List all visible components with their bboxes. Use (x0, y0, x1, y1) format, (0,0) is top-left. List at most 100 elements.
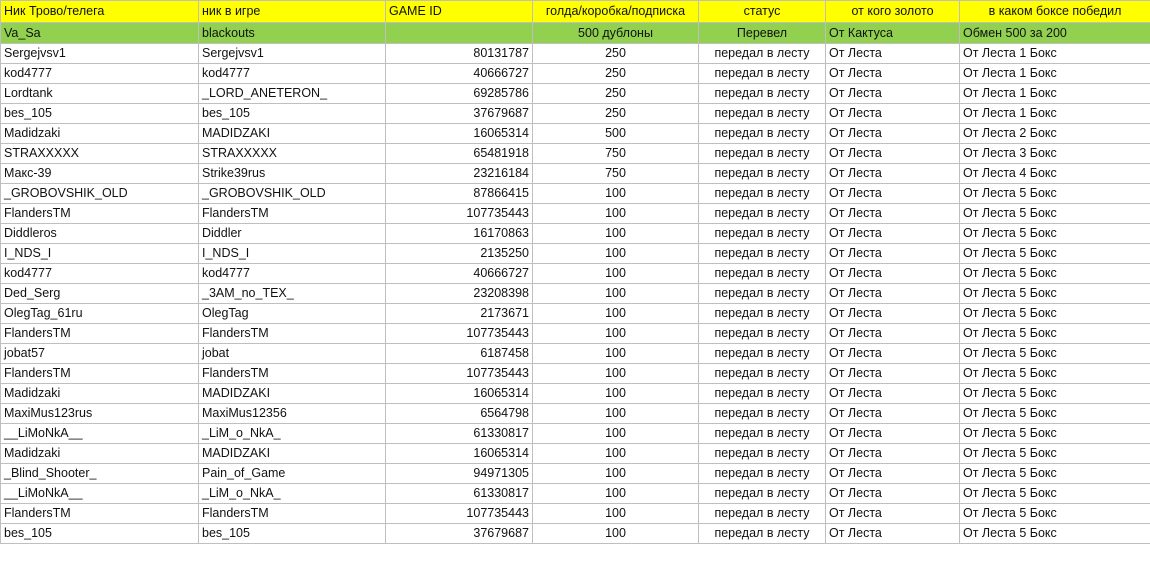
cell-game-id[interactable]: 37679687 (385, 103, 533, 124)
cell-nick-trovo[interactable]: STRAXXXXX (0, 143, 199, 164)
cell-nick-trovo[interactable]: jobat57 (0, 343, 199, 364)
subheader-cell[interactable]: От Кактуса (825, 22, 960, 44)
cell-box-won[interactable]: От Леста 5 Бокс (959, 463, 1150, 484)
cell-status[interactable]: передал в лесту (698, 223, 826, 244)
cell-box-won[interactable]: От Леста 5 Бокс (959, 323, 1150, 344)
cell-game-nick[interactable]: Sergejvsv1 (198, 43, 386, 64)
cell-nick-trovo[interactable]: Madidzaki (0, 443, 199, 464)
cell-game-nick[interactable]: kod4777 (198, 63, 386, 84)
cell-game-id[interactable]: 69285786 (385, 83, 533, 104)
cell-gold-source[interactable]: От Леста (825, 163, 960, 184)
cell-box-won[interactable]: От Леста 5 Бокс (959, 363, 1150, 384)
cell-game-nick[interactable]: MADIDZAKI (198, 383, 386, 404)
cell-nick-trovo[interactable]: FlandersTM (0, 363, 199, 384)
cell-game-nick[interactable]: bes_105 (198, 103, 386, 124)
cell-nick-trovo[interactable]: FlandersTM (0, 203, 199, 224)
cell-game-nick[interactable]: jobat (198, 343, 386, 364)
cell-nick-trovo[interactable]: _Blind_Shooter_ (0, 463, 199, 484)
cell-game-id[interactable]: 61330817 (385, 483, 533, 504)
cell-box-won[interactable]: От Леста 5 Бокс (959, 243, 1150, 264)
cell-game-id[interactable]: 87866415 (385, 183, 533, 204)
cell-nick-trovo[interactable]: I_NDS_I (0, 243, 199, 264)
header-cell-gold[interactable]: голда/коробка/подписка (532, 0, 699, 23)
cell-gold-source[interactable]: От Леста (825, 383, 960, 404)
cell-gold[interactable]: 750 (532, 143, 699, 164)
subheader-cell[interactable] (385, 22, 533, 44)
cell-box-won[interactable]: От Леста 5 Бокс (959, 183, 1150, 204)
cell-game-nick[interactable]: Diddler (198, 223, 386, 244)
cell-status[interactable]: передал в лесту (698, 383, 826, 404)
cell-box-won[interactable]: От Леста 5 Бокс (959, 203, 1150, 224)
cell-box-won[interactable]: От Леста 1 Бокс (959, 103, 1150, 124)
cell-gold-source[interactable]: От Леста (825, 183, 960, 204)
cell-game-nick[interactable]: _LiM_o_NkA_ (198, 423, 386, 444)
cell-status[interactable]: передал в лесту (698, 63, 826, 84)
cell-gold[interactable]: 100 (532, 403, 699, 424)
cell-gold[interactable]: 250 (532, 83, 699, 104)
cell-nick-trovo[interactable]: Diddleros (0, 223, 199, 244)
cell-gold-source[interactable]: От Леста (825, 263, 960, 284)
cell-game-id[interactable]: 94971305 (385, 463, 533, 484)
cell-status[interactable]: передал в лесту (698, 343, 826, 364)
cell-box-won[interactable]: От Леста 3 Бокс (959, 143, 1150, 164)
cell-gold[interactable]: 100 (532, 363, 699, 384)
header-cell-status[interactable]: статус (698, 0, 826, 23)
cell-nick-trovo[interactable]: __LiMoNkA__ (0, 483, 199, 504)
cell-box-won[interactable]: От Леста 1 Бокс (959, 43, 1150, 64)
cell-gold[interactable]: 100 (532, 343, 699, 364)
cell-game-id[interactable]: 2173671 (385, 303, 533, 324)
cell-status[interactable]: передал в лесту (698, 243, 826, 264)
cell-status[interactable]: передал в лесту (698, 103, 826, 124)
cell-game-nick[interactable]: STRAXXXXX (198, 143, 386, 164)
subheader-cell[interactable]: 500 дублоны (532, 22, 699, 44)
cell-status[interactable]: передал в лесту (698, 323, 826, 344)
cell-box-won[interactable]: От Леста 5 Бокс (959, 503, 1150, 524)
cell-gold-source[interactable]: От Леста (825, 143, 960, 164)
cell-game-nick[interactable]: _3AM_no_TEX_ (198, 283, 386, 304)
cell-status[interactable]: передал в лесту (698, 523, 826, 544)
cell-gold-source[interactable]: От Леста (825, 523, 960, 544)
cell-game-nick[interactable]: Pain_of_Game (198, 463, 386, 484)
cell-status[interactable]: передал в лесту (698, 503, 826, 524)
cell-game-id[interactable]: 16065314 (385, 443, 533, 464)
cell-status[interactable]: передал в лесту (698, 403, 826, 424)
cell-game-id[interactable]: 23216184 (385, 163, 533, 184)
cell-gold[interactable]: 250 (532, 103, 699, 124)
cell-gold-source[interactable]: От Леста (825, 463, 960, 484)
cell-nick-trovo[interactable]: Madidzaki (0, 383, 199, 404)
cell-game-nick[interactable]: MADIDZAKI (198, 123, 386, 144)
cell-nick-trovo[interactable]: Ded_Serg (0, 283, 199, 304)
cell-gold[interactable]: 100 (532, 203, 699, 224)
cell-nick-trovo[interactable]: bes_105 (0, 103, 199, 124)
cell-gold-source[interactable]: От Леста (825, 343, 960, 364)
cell-game-nick[interactable]: _GROBOVSHIK_OLD (198, 183, 386, 204)
cell-nick-trovo[interactable]: FlandersTM (0, 323, 199, 344)
cell-gold-source[interactable]: От Леста (825, 423, 960, 444)
cell-box-won[interactable]: От Леста 1 Бокс (959, 63, 1150, 84)
cell-gold[interactable]: 100 (532, 463, 699, 484)
cell-status[interactable]: передал в лесту (698, 443, 826, 464)
cell-gold-source[interactable]: От Леста (825, 83, 960, 104)
cell-nick-trovo[interactable]: Madidzaki (0, 123, 199, 144)
header-cell-game-id[interactable]: GAME ID (385, 0, 533, 23)
cell-status[interactable]: передал в лесту (698, 183, 826, 204)
cell-game-nick[interactable]: _LiM_o_NkA_ (198, 483, 386, 504)
cell-box-won[interactable]: От Леста 5 Бокс (959, 403, 1150, 424)
cell-game-nick[interactable]: MaxiMus12356 (198, 403, 386, 424)
cell-status[interactable]: передал в лесту (698, 163, 826, 184)
cell-game-id[interactable]: 65481918 (385, 143, 533, 164)
cell-gold[interactable]: 100 (532, 283, 699, 304)
cell-status[interactable]: передал в лесту (698, 483, 826, 504)
cell-game-nick[interactable]: bes_105 (198, 523, 386, 544)
cell-nick-trovo[interactable]: Sergejvsv1 (0, 43, 199, 64)
cell-gold-source[interactable]: От Леста (825, 123, 960, 144)
header-cell-box-won[interactable]: в каком боксе победил (959, 0, 1150, 23)
cell-gold[interactable]: 500 (532, 123, 699, 144)
cell-box-won[interactable]: От Леста 5 Бокс (959, 283, 1150, 304)
cell-gold-source[interactable]: От Леста (825, 103, 960, 124)
subheader-cell[interactable]: Перевел (698, 22, 826, 44)
header-cell-game-nick[interactable]: ник в игре (198, 0, 386, 23)
cell-gold[interactable]: 750 (532, 163, 699, 184)
cell-box-won[interactable]: От Леста 5 Бокс (959, 303, 1150, 324)
cell-game-nick[interactable]: MADIDZAKI (198, 443, 386, 464)
